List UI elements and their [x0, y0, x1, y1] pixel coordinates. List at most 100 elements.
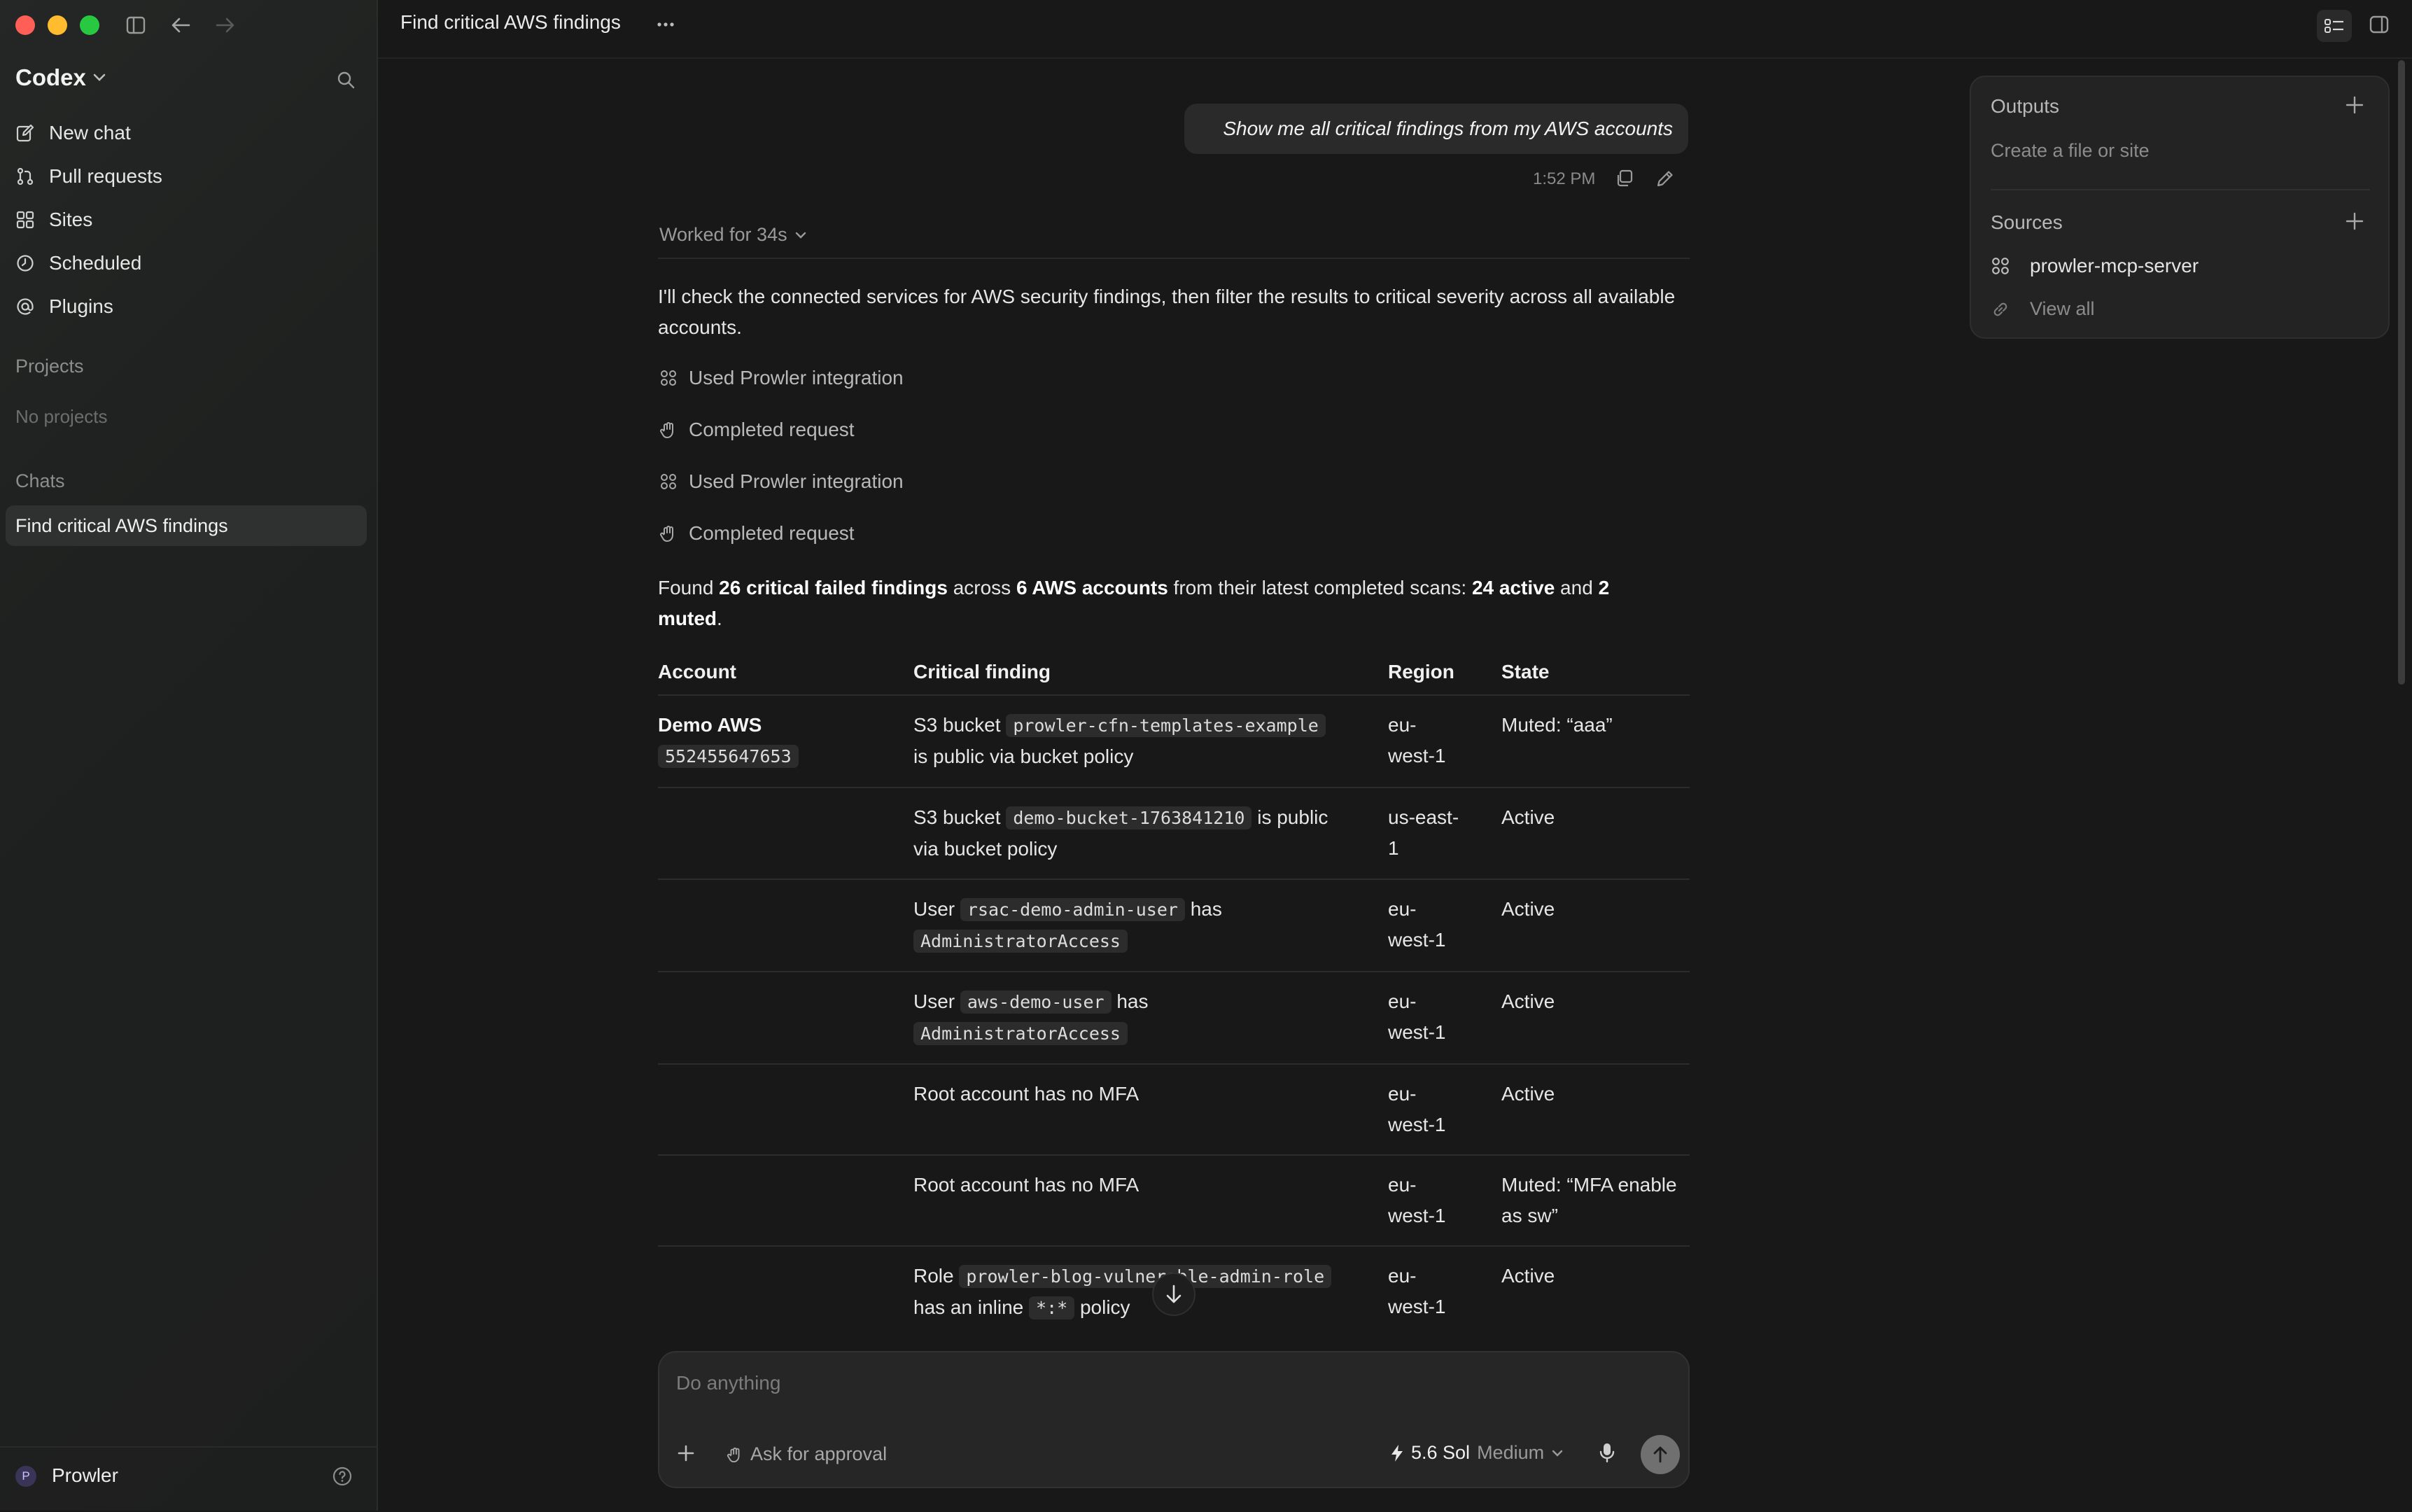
row-divider: [658, 878, 1690, 880]
avatar[interactable]: P: [15, 1466, 36, 1487]
table-header-divider: [658, 694, 1690, 696]
table-row-finding: Root account has no MFA: [913, 1079, 1375, 1110]
view-all-label: View all: [2030, 298, 2095, 319]
region-text: eu-: [1388, 1265, 1417, 1287]
add-output-icon[interactable]: [2345, 95, 2364, 115]
nav-sites[interactable]: Sites: [15, 200, 92, 239]
page-title: Find critical AWS findings: [400, 11, 621, 33]
workspace-switcher[interactable]: Codex: [15, 64, 106, 91]
more-options-icon[interactable]: [655, 14, 676, 35]
help-icon[interactable]: [332, 1466, 353, 1487]
nav-label: Plugins: [49, 295, 113, 317]
summary-text: across: [947, 577, 1016, 598]
composer-input[interactable]: Do anything: [676, 1372, 780, 1394]
column-header-finding: Critical finding: [913, 661, 1051, 682]
state-text: Active: [1501, 806, 1555, 828]
state-text: Active: [1501, 898, 1555, 920]
scrollbar-thumb[interactable]: [2398, 60, 2405, 685]
finding-text: Role: [913, 1265, 960, 1287]
table-row-state: Muted: “MFA enable as sw”: [1501, 1170, 1677, 1231]
row-divider: [658, 1063, 1690, 1065]
microphone-icon[interactable]: [1599, 1442, 1615, 1463]
sidebar-toggle-icon[interactable]: [122, 11, 150, 39]
step-item[interactable]: Used Prowler integration: [659, 470, 904, 493]
region-text: eu-: [1388, 714, 1417, 736]
table-row-region: eu-west-1: [1388, 1261, 1445, 1322]
panel-toggle-icon[interactable]: [2369, 14, 2390, 35]
table-row-finding: User aws-demo-user has AdministratorAcces…: [913, 986, 1375, 1049]
search-icon[interactable]: [332, 66, 360, 94]
step-item[interactable]: Completed request: [659, 522, 855, 545]
forward-arrow-icon[interactable]: [211, 11, 239, 39]
step-item[interactable]: Used Prowler integration: [659, 367, 904, 389]
minimize-window-button[interactable]: [48, 15, 67, 35]
region-text: west-1: [1388, 745, 1446, 766]
grid-icon: [15, 210, 35, 230]
findings-summary: Found 26 critical failed findings across…: [658, 573, 1690, 634]
no-projects-text: No projects: [15, 406, 108, 427]
finding-text: has an inline: [913, 1296, 1030, 1318]
state-text: Active: [1501, 1083, 1555, 1105]
header-divider: [378, 57, 2412, 59]
assistant-intro: I'll check the connected services for AW…: [658, 286, 1676, 338]
finding-code: prowler-cfn-templates-example: [1006, 714, 1326, 737]
account-name[interactable]: Prowler: [52, 1464, 118, 1487]
worked-summary-toggle[interactable]: Worked for 34s: [659, 224, 807, 246]
chats-heading: Chats: [15, 470, 65, 491]
message-timestamp: 1:52 PM: [1533, 169, 1596, 188]
nav-new-chat[interactable]: New chat: [15, 113, 131, 153]
nav-plugins[interactable]: Plugins: [15, 287, 113, 326]
account-id: 552455647653: [658, 741, 799, 772]
add-source-icon[interactable]: [2345, 211, 2364, 231]
arrow-down-icon: [1166, 1284, 1182, 1303]
model-effort: Medium: [1477, 1442, 1545, 1463]
divider: [658, 258, 1690, 259]
step-item[interactable]: Completed request: [659, 419, 855, 441]
summary-bold: muted: [658, 608, 717, 629]
table-row-finding: S3 bucket prowler-cfn-templates-example i…: [913, 710, 1375, 772]
step-label: Used Prowler integration: [689, 367, 904, 388]
model-selector[interactable]: 5.6 Sol Medium: [1390, 1442, 1564, 1464]
copy-icon[interactable]: [1614, 168, 1635, 189]
zoom-window-button[interactable]: [80, 15, 99, 35]
nav-scheduled[interactable]: Scheduled: [15, 244, 141, 283]
lightning-icon: [1391, 1444, 1403, 1462]
approval-label: Ask for approval: [750, 1443, 888, 1464]
region-text: eu-: [1388, 898, 1417, 920]
source-item[interactable]: prowler-mcp-server: [1991, 255, 2199, 277]
chevron-down-icon: [795, 232, 806, 239]
summary-bold: 24 active: [1471, 577, 1555, 598]
finding-text: User: [913, 990, 960, 1012]
summary-bold: 2: [1598, 577, 1610, 598]
approval-mode-button[interactable]: Ask for approval: [727, 1443, 887, 1465]
row-divider: [658, 1154, 1690, 1156]
row-divider: [658, 787, 1690, 788]
table-row-finding: Role prowler-blog-vulnerable-admin-role h…: [913, 1261, 1375, 1324]
table-row-region: us-east- 1: [1388, 802, 1459, 864]
close-window-button[interactable]: [15, 15, 35, 35]
finding-text: is public via bucket policy: [913, 746, 1134, 767]
step-label: Used Prowler integration: [689, 470, 904, 492]
add-attachment-icon[interactable]: [676, 1443, 696, 1463]
create-file-link[interactable]: Create a file or site: [1991, 140, 2150, 162]
back-arrow-icon[interactable]: [167, 11, 195, 39]
scroll-to-bottom-button[interactable]: [1152, 1273, 1196, 1316]
user-message-text: Show me all critical findings from my AW…: [1223, 118, 1673, 139]
nav-pull-requests[interactable]: Pull requests: [15, 157, 162, 196]
table-row-region: eu-west-1: [1388, 986, 1445, 1048]
column-header-region: Region: [1388, 661, 1454, 682]
finding-text: S3 bucket: [913, 714, 1007, 736]
table-row-region: eu-west-1: [1388, 1079, 1445, 1140]
summary-bold: 26 critical failed findings: [719, 577, 948, 598]
column-header-account: Account: [658, 661, 736, 682]
finding-text: has: [1184, 898, 1222, 920]
chat-item-active[interactable]: Find critical AWS findings: [6, 505, 367, 546]
outline-toggle-icon[interactable]: [2317, 10, 2352, 42]
send-button[interactable]: [1641, 1435, 1680, 1474]
view-all-sources-link[interactable]: View all: [1991, 298, 2095, 320]
hand-icon: [660, 526, 673, 542]
finding-text: S3 bucket: [913, 806, 1007, 828]
outputs-heading: Outputs: [1991, 95, 2060, 117]
summary-bold: 6 AWS accounts: [1016, 577, 1168, 598]
edit-message-icon[interactable]: [1655, 168, 1676, 189]
